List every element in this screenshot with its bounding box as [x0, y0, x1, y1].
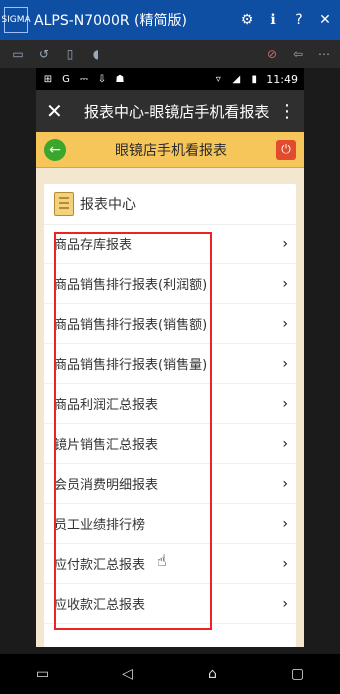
- list-item[interactable]: 商品销售排行报表(销售量) ›: [44, 344, 296, 384]
- navigation-bar: ▭ ◁ ⌂ ▢: [0, 654, 340, 694]
- chevron-right-icon: ›: [282, 395, 288, 412]
- sub-header: ← 眼镜店手机看报表 ⏻: [36, 132, 304, 168]
- power-icon[interactable]: ⏻: [276, 139, 296, 160]
- disable-icon[interactable]: ⊘: [264, 46, 280, 62]
- list-item-label: 应付款汇总报表: [54, 558, 146, 573]
- help-icon[interactable]: ?: [290, 11, 308, 29]
- card-header: 报表中心: [44, 184, 296, 225]
- emulator-logo: SIGMA: [1, 7, 31, 33]
- back-arrow-icon[interactable]: ←: [44, 138, 66, 161]
- app-bar: ✕ 报表中心-眼镜店手机看报表 ⋮: [36, 90, 304, 132]
- status-right: ▿ ◢ ▮ 11:49: [212, 73, 298, 86]
- chevron-right-icon: ›: [282, 275, 288, 292]
- status-time: 11:49: [266, 72, 298, 86]
- list-item-label: 应收款汇总报表: [54, 598, 146, 613]
- download-icon: ⇩: [97, 73, 107, 85]
- list-item[interactable]: 应付款汇总报表 ›: [44, 544, 296, 584]
- status-bar: ⊞ G ⎓ ⇩ ☗ ▿ ◢ ▮ 11:49: [36, 68, 304, 90]
- list-item[interactable]: 商品销售排行报表(销售额) ›: [44, 304, 296, 344]
- rotate-icon[interactable]: ↺: [36, 46, 52, 62]
- list-item[interactable]: 会员消费明细报表 ›: [44, 464, 296, 504]
- list-item[interactable]: 商品销售排行报表(利润额) ›: [44, 264, 296, 304]
- chevron-right-icon: ›: [282, 595, 288, 612]
- signal-icon: ◢: [232, 73, 241, 85]
- chevron-right-icon: ›: [282, 315, 288, 332]
- report-card: 报表中心 商品存库报表 › 商品销售排行报表(利润额) › 商品销售排行报表(销…: [44, 184, 296, 647]
- app-shortcut-icon: ⊞: [43, 73, 53, 85]
- chevron-right-icon: ›: [282, 515, 288, 532]
- chevron-right-icon: ›: [282, 355, 288, 372]
- clipboard-icon: [54, 192, 74, 216]
- back-icon[interactable]: ◁: [113, 664, 143, 684]
- android-icon: ☗: [115, 73, 125, 85]
- list-item-label: 商品销售排行报表(销售量): [54, 358, 208, 373]
- device-icon[interactable]: ▯: [62, 46, 78, 62]
- list-item-label: 商品存库报表: [54, 238, 133, 253]
- home-icon[interactable]: ⌂: [198, 664, 228, 684]
- phone-screen: ⊞ G ⎓ ⇩ ☗ ▿ ◢ ▮ 11:49 ✕ 报表中心-眼镜店手机看报表 ⋮ …: [36, 68, 304, 647]
- back-toolbar-icon[interactable]: ⇦: [290, 46, 306, 62]
- sub-title: 眼镜店手机看报表: [115, 142, 227, 159]
- list-item-label: 员工业绩排行榜: [54, 518, 146, 533]
- more-toolbar-icon[interactable]: ⋯: [316, 46, 332, 62]
- info-icon[interactable]: ℹ: [264, 11, 282, 29]
- card-title: 报表中心: [80, 197, 136, 213]
- recent-apps-icon[interactable]: ▢: [283, 664, 313, 684]
- emulator-title: ALPS-N7000R (精简版): [34, 13, 187, 29]
- close-window-icon[interactable]: ✕: [316, 11, 334, 29]
- wifi-icon: ▿: [215, 73, 221, 85]
- screen-icon[interactable]: ▭: [10, 46, 26, 62]
- list-item-label: 会员消费明细报表: [54, 478, 159, 493]
- list-item-label: 商品利润汇总报表: [54, 398, 159, 413]
- close-icon[interactable]: ✕: [46, 99, 70, 123]
- list-item[interactable]: 商品存库报表 ›: [44, 224, 296, 264]
- emulator-window-controls: ⚙ ℹ ? ✕: [238, 11, 334, 29]
- g-icon: G: [62, 73, 70, 85]
- overflow-menu-icon[interactable]: ⋮: [278, 101, 296, 122]
- list-item-label: 商品销售排行报表(销售额): [54, 318, 208, 333]
- list-item[interactable]: 镜片销售汇总报表 ›: [44, 424, 296, 464]
- volume-icon[interactable]: ◖: [88, 46, 104, 62]
- settings-icon[interactable]: ⚙: [238, 11, 256, 29]
- emulator-toolbar: ▭ ↺ ▯ ◖ ⊘ ⇦ ⋯: [0, 40, 340, 68]
- list-item[interactable]: 员工业绩排行榜 ›: [44, 504, 296, 544]
- chevron-right-icon: ›: [282, 475, 288, 492]
- status-left: ⊞ G ⎓ ⇩ ☗: [42, 73, 126, 85]
- chevron-right-icon: ›: [282, 235, 288, 252]
- chevron-right-icon: ›: [282, 555, 288, 572]
- hand-cursor-icon: ☝: [157, 551, 167, 570]
- list-item[interactable]: 应收款汇总报表 ›: [44, 584, 296, 624]
- list-item[interactable]: 商品利润汇总报表 ›: [44, 384, 296, 424]
- report-list: 商品存库报表 › 商品销售排行报表(利润额) › 商品销售排行报表(销售额) ›…: [44, 224, 296, 624]
- keyboard-icon[interactable]: ▭: [28, 664, 58, 684]
- list-item-label: 商品销售排行报表(利润额): [54, 278, 208, 293]
- emulator-title-bar: SIGMA ALPS-N7000R (精简版) ⚙ ℹ ? ✕: [0, 0, 340, 40]
- chevron-right-icon: ›: [282, 435, 288, 452]
- list-item-label: 镜片销售汇总报表: [54, 438, 159, 453]
- usb-icon: ⎓: [80, 73, 88, 85]
- battery-icon: ▮: [251, 73, 258, 85]
- page-title: 报表中心-眼镜店手机看报表: [84, 102, 270, 121]
